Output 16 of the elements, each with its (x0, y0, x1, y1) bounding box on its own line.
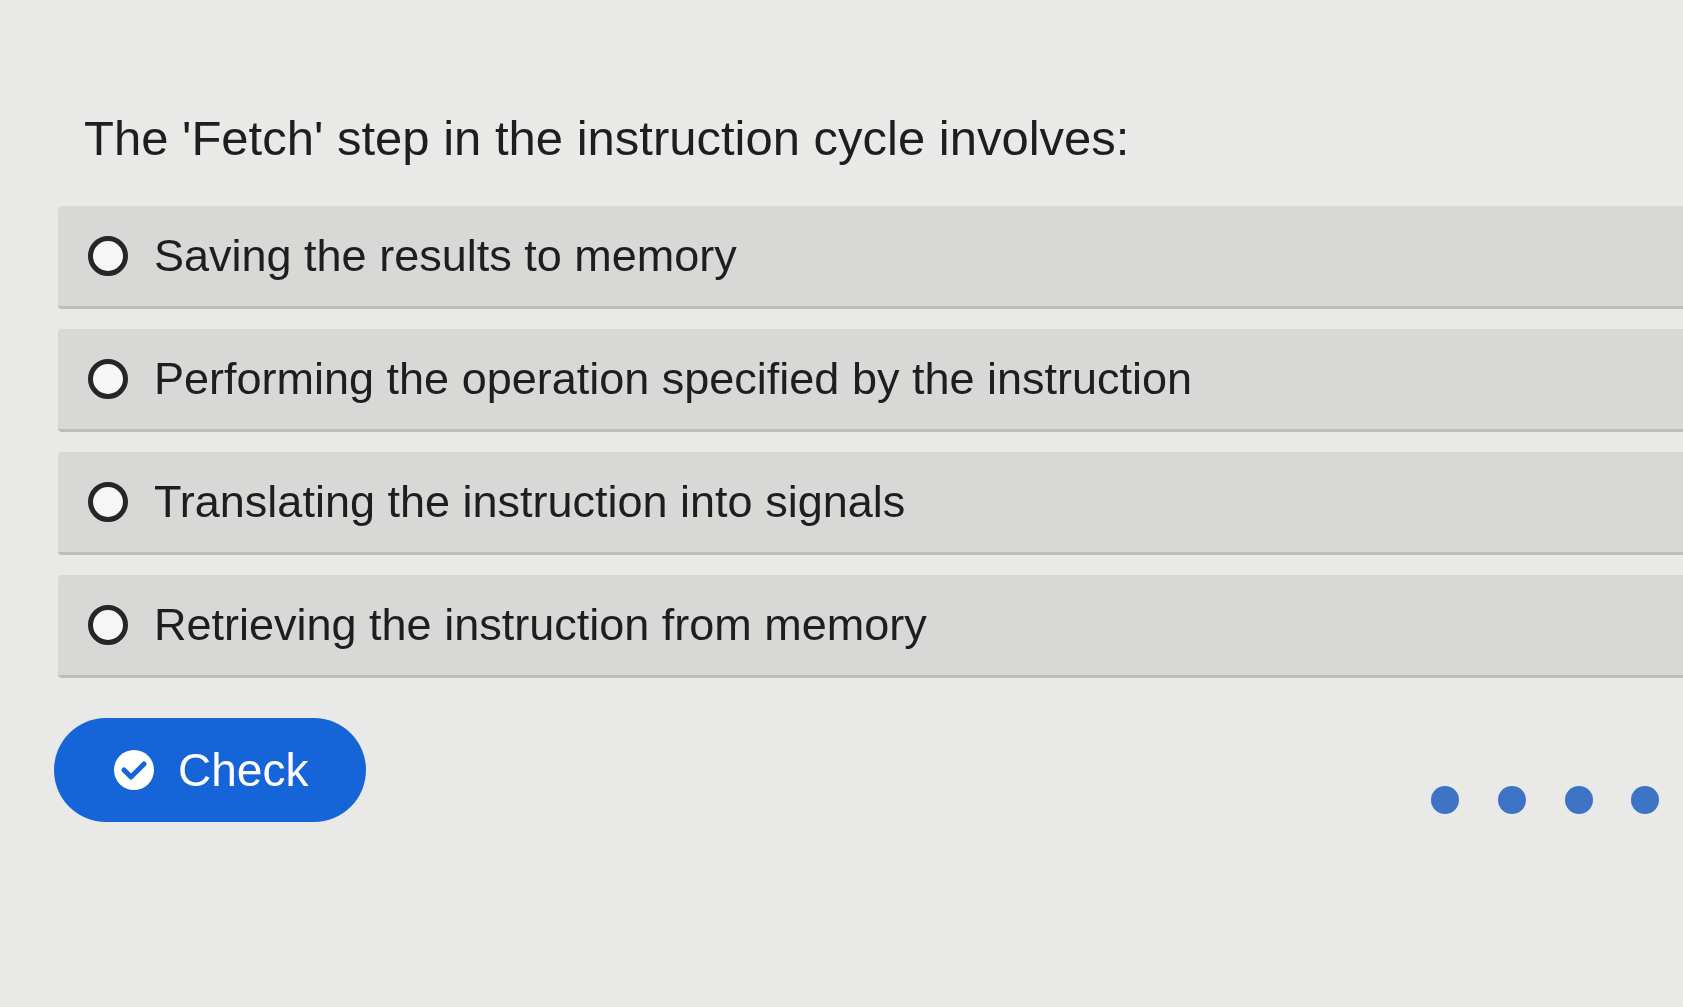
check-button[interactable]: Check (54, 718, 367, 822)
answer-option[interactable]: Translating the instruction into signals (58, 452, 1683, 555)
radio-button[interactable] (88, 359, 128, 399)
radio-button[interactable] (88, 605, 128, 645)
option-label: Retrieving the instruction from memory (154, 599, 927, 651)
progress-dots-icon (1429, 784, 1661, 816)
check-circle-icon (112, 748, 156, 792)
radio-button[interactable] (88, 236, 128, 276)
answer-option[interactable]: Saving the results to memory (58, 206, 1683, 309)
answer-option[interactable]: Performing the operation specified by the instruction (58, 329, 1683, 432)
question-text: The 'Fetch' step in the instruction cycle involves: (84, 110, 1131, 166)
radio-button[interactable] (88, 482, 128, 522)
option-label: Translating the instruction into signals (154, 476, 906, 528)
option-label: Performing the operation specified by the instruction (154, 353, 1193, 405)
option-label: Saving the results to memory (154, 230, 737, 282)
answer-option[interactable]: Retrieving the instruction from memory (58, 575, 1683, 678)
